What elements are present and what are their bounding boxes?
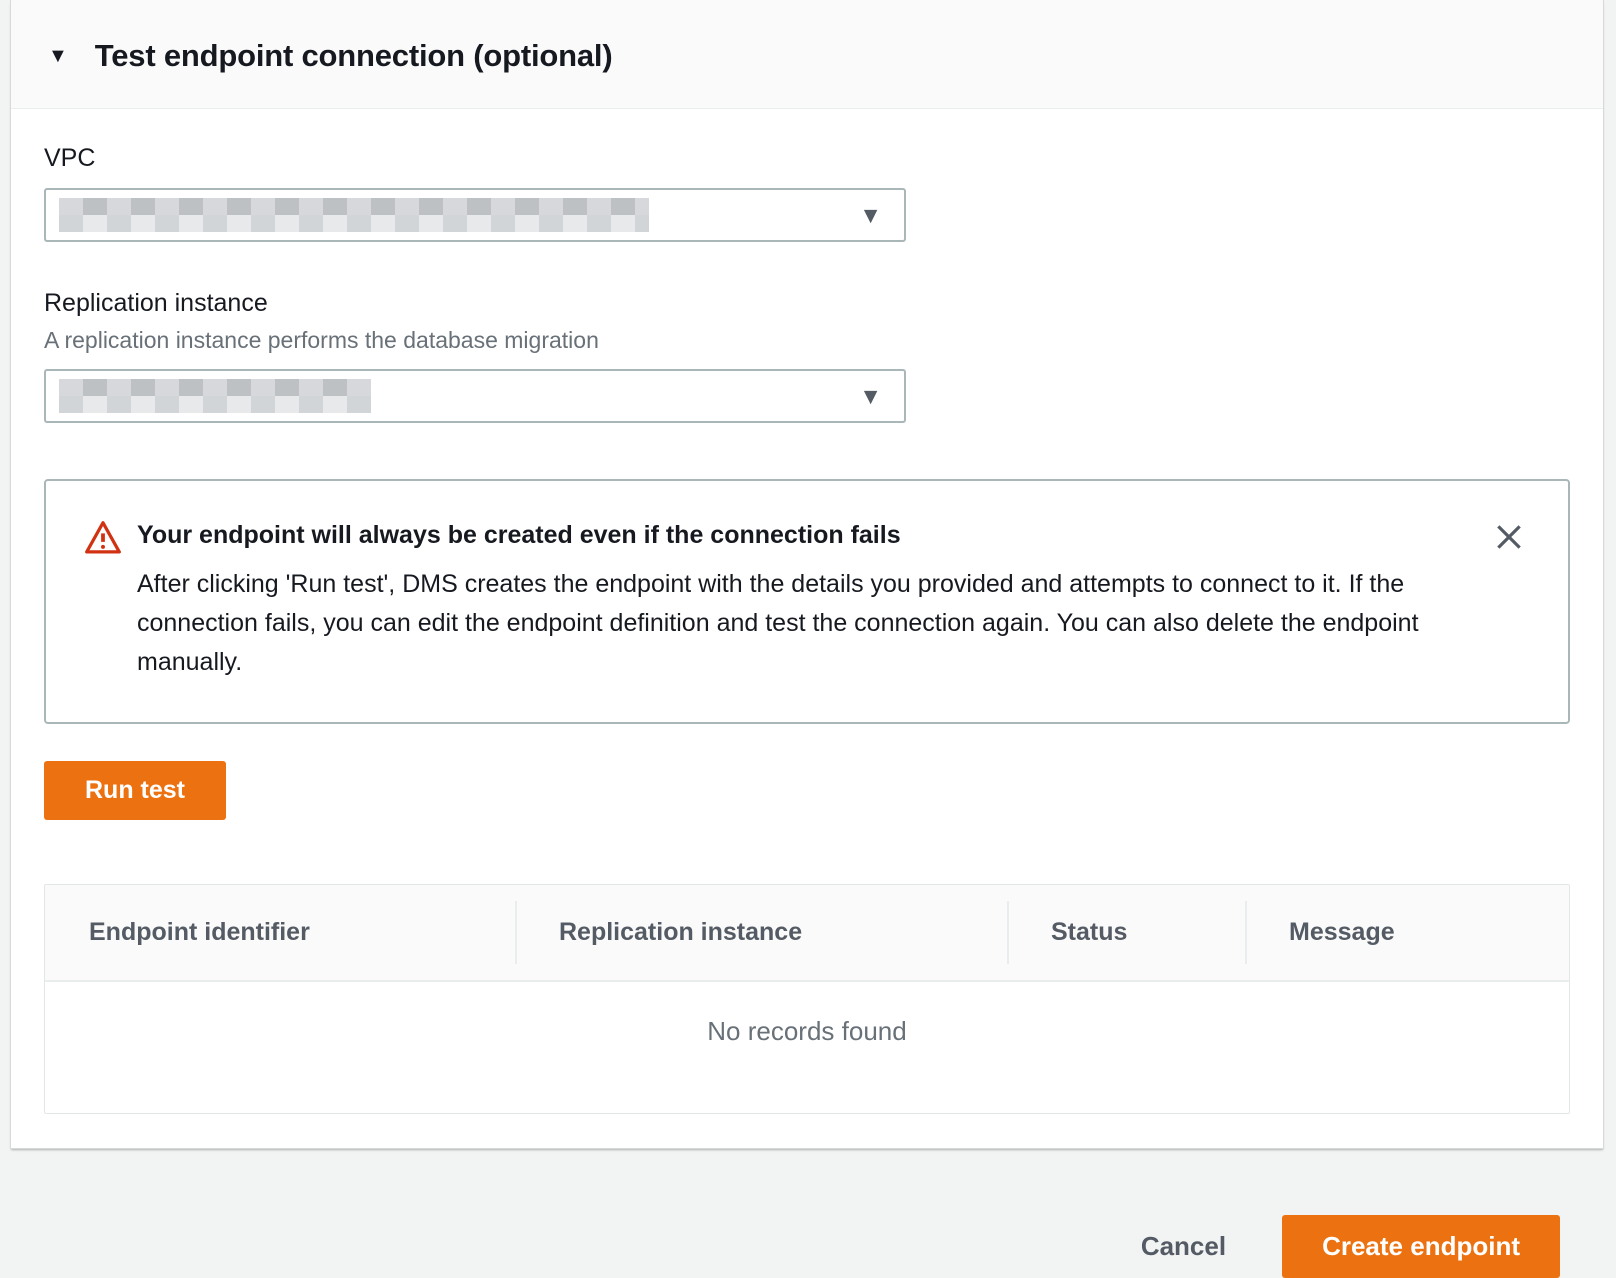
cancel-button[interactable]: Cancel [1141, 1231, 1226, 1262]
warning-alert-head: Your endpoint will always be created eve… [84, 519, 1448, 555]
dropdown-caret-icon: ▼ [859, 385, 882, 408]
close-icon [1493, 541, 1525, 556]
column-header-endpoint-identifier: Endpoint identifier [45, 885, 515, 980]
vpc-select[interactable]: ▼ [44, 188, 906, 242]
warning-alert: Your endpoint will always be created eve… [44, 479, 1570, 724]
panel-content: VPC ▼ Replication instance A replication… [11, 144, 1603, 1148]
replication-instance-select[interactable]: ▼ [44, 369, 906, 423]
panel-header[interactable]: ▼ Test endpoint connection (optional) [11, 0, 1603, 109]
alert-close-button[interactable] [1492, 521, 1526, 555]
table-header-row: Endpoint identifier Replication instance… [45, 885, 1569, 982]
redacted-replication-instance-value [59, 379, 371, 413]
dropdown-caret-icon: ▼ [859, 204, 882, 227]
column-header-message: Message [1245, 885, 1569, 980]
collapse-caret-icon[interactable]: ▼ [48, 46, 68, 66]
column-header-status: Status [1007, 885, 1245, 980]
vpc-label: VPC [44, 144, 1570, 173]
warning-triangle-icon [84, 519, 122, 555]
panel-title: Test endpoint connection (optional) [95, 38, 613, 74]
replication-instance-label: Replication instance [44, 289, 1570, 318]
test-endpoint-panel: ▼ Test endpoint connection (optional) VP… [10, 0, 1604, 1149]
alert-title: Your endpoint will always be created eve… [137, 519, 901, 553]
column-header-replication-instance: Replication instance [515, 885, 1007, 980]
create-endpoint-button[interactable]: Create endpoint [1282, 1215, 1560, 1278]
table-empty-message: No records found [45, 982, 1569, 1113]
alert-body: After clicking 'Run test', DMS creates t… [137, 565, 1437, 682]
run-test-button[interactable]: Run test [44, 761, 226, 820]
test-results-table: Endpoint identifier Replication instance… [44, 884, 1570, 1114]
replication-instance-description: A replication instance performs the data… [44, 327, 1570, 354]
redacted-vpc-value [59, 198, 649, 232]
form-footer: Cancel Create endpoint [0, 1149, 1616, 1278]
